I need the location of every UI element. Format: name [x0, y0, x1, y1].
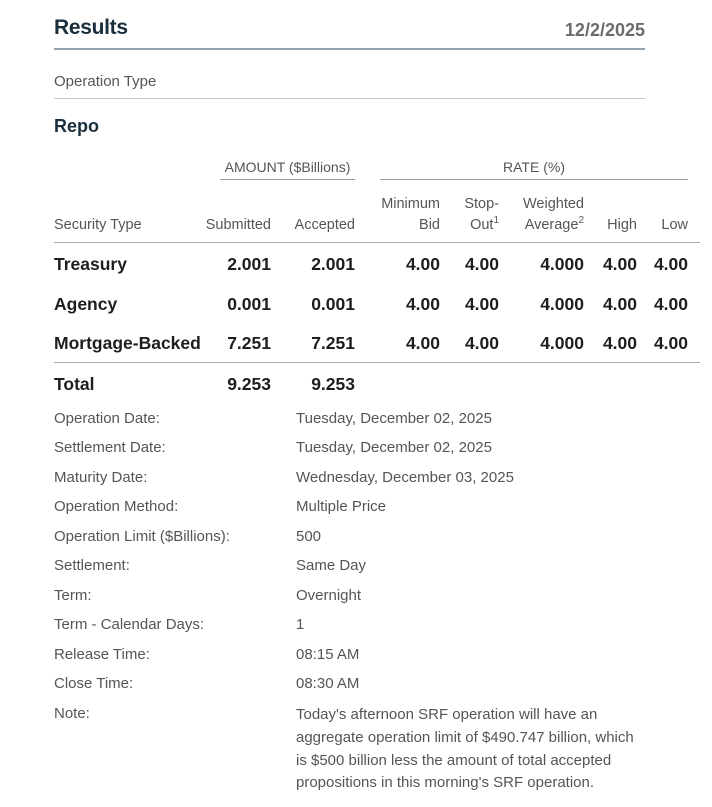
amount-group-rule — [220, 179, 355, 180]
col-high: High — [607, 217, 637, 233]
total-accepted: 9.253 — [311, 374, 355, 394]
operation-type-divider — [54, 98, 645, 99]
row-stop-out: 4.00 — [464, 294, 499, 314]
results-date: 12/2/2025 — [564, 20, 645, 40]
row-accepted: 7.251 — [311, 333, 355, 353]
col-stop-line1: Stop- — [464, 196, 499, 212]
row-high: 4.00 — [602, 294, 637, 314]
detail-label: Settlement: — [54, 557, 130, 574]
row-minimum-bid: 4.00 — [405, 294, 440, 314]
col-minimum-line2: Bid — [419, 217, 440, 233]
col-accepted: Accepted — [294, 217, 355, 233]
detail-label: Operation Method: — [54, 498, 179, 515]
row-security: Treasury — [54, 254, 127, 274]
row-high: 4.00 — [602, 333, 637, 353]
detail-value: Same Day — [296, 557, 367, 574]
row-security: Mortgage-Backed — [54, 333, 201, 353]
col-security-type: Security Type — [54, 217, 142, 233]
detail-value: Overnight — [296, 587, 362, 604]
rate-group-rule — [380, 179, 688, 180]
total-submitted: 9.253 — [227, 374, 271, 394]
row-stop-out: 4.00 — [464, 333, 499, 353]
note-text: Today's afternoon SRF operation will hav… — [296, 706, 634, 792]
row-low: 4.00 — [653, 333, 688, 353]
detail-value: 08:15 AM — [296, 646, 360, 663]
row-high: 4.00 — [602, 254, 637, 274]
detail-label: Settlement Date: — [54, 439, 166, 456]
total-label: Total — [54, 374, 95, 394]
col-stop-line2: Out — [470, 217, 494, 233]
detail-label: Close Time: — [54, 675, 134, 692]
detail-value: 500 — [296, 528, 322, 545]
row-submitted: 7.251 — [227, 333, 271, 353]
row-submitted: 0.001 — [227, 294, 271, 314]
col-minimum-line1: Minimum — [381, 196, 440, 212]
row-weighted-average: 4.000 — [540, 333, 584, 353]
footnote-1-marker: 1 — [493, 215, 499, 226]
row-stop-out: 4.00 — [464, 254, 499, 274]
detail-label: Maturity Date: — [54, 469, 148, 486]
detail-value: Tuesday, December 02, 2025 — [296, 439, 492, 456]
detail-label: Operation Date: — [54, 410, 160, 427]
row-weighted-average: 4.000 — [540, 294, 584, 314]
detail-label: Term: — [54, 587, 92, 604]
detail-value: 08:30 AM — [296, 675, 360, 692]
detail-value: 1 — [296, 616, 305, 633]
row-minimum-bid: 4.00 — [405, 333, 440, 353]
results-title: Results — [54, 16, 128, 39]
amount-group-header: AMOUNT ($Billions) — [224, 159, 351, 175]
operation-type-label: Operation Type — [54, 73, 157, 90]
header-divider — [54, 48, 645, 50]
col-weighted-average: Weighted Average2 — [523, 194, 584, 236]
note-label: Note: — [54, 705, 90, 722]
rate-group-header: RATE (%) — [503, 159, 565, 175]
col-submitted: Submitted — [205, 217, 271, 233]
row-low: 4.00 — [653, 294, 688, 314]
detail-label: Term - Calendar Days: — [54, 616, 205, 633]
detail-value: Multiple Price — [296, 498, 387, 515]
col-stop-out: Stop- Out1 — [464, 194, 499, 236]
table-header-rule — [54, 242, 700, 243]
detail-label: Release Time: — [54, 646, 150, 663]
row-low: 4.00 — [653, 254, 688, 274]
row-minimum-bid: 4.00 — [405, 254, 440, 274]
col-minimum-bid: Minimum Bid — [381, 194, 440, 236]
row-accepted: 0.001 — [311, 294, 355, 314]
detail-value: Tuesday, December 02, 2025 — [296, 410, 492, 427]
col-low: Low — [661, 217, 688, 233]
operation-type-value: Repo — [54, 116, 99, 136]
table-total-rule — [54, 362, 700, 363]
col-weighted-line1: Weighted — [523, 196, 584, 212]
row-weighted-average: 4.000 — [540, 254, 584, 274]
col-weighted-line2: Average — [524, 217, 579, 233]
detail-value: Wednesday, December 03, 2025 — [296, 469, 514, 486]
row-accepted: 2.001 — [311, 254, 355, 274]
footnote-2-marker: 2 — [578, 215, 584, 226]
detail-label: Operation Limit ($Billions): — [54, 528, 230, 545]
row-security: Agency — [54, 294, 118, 314]
row-submitted: 2.001 — [227, 254, 271, 274]
